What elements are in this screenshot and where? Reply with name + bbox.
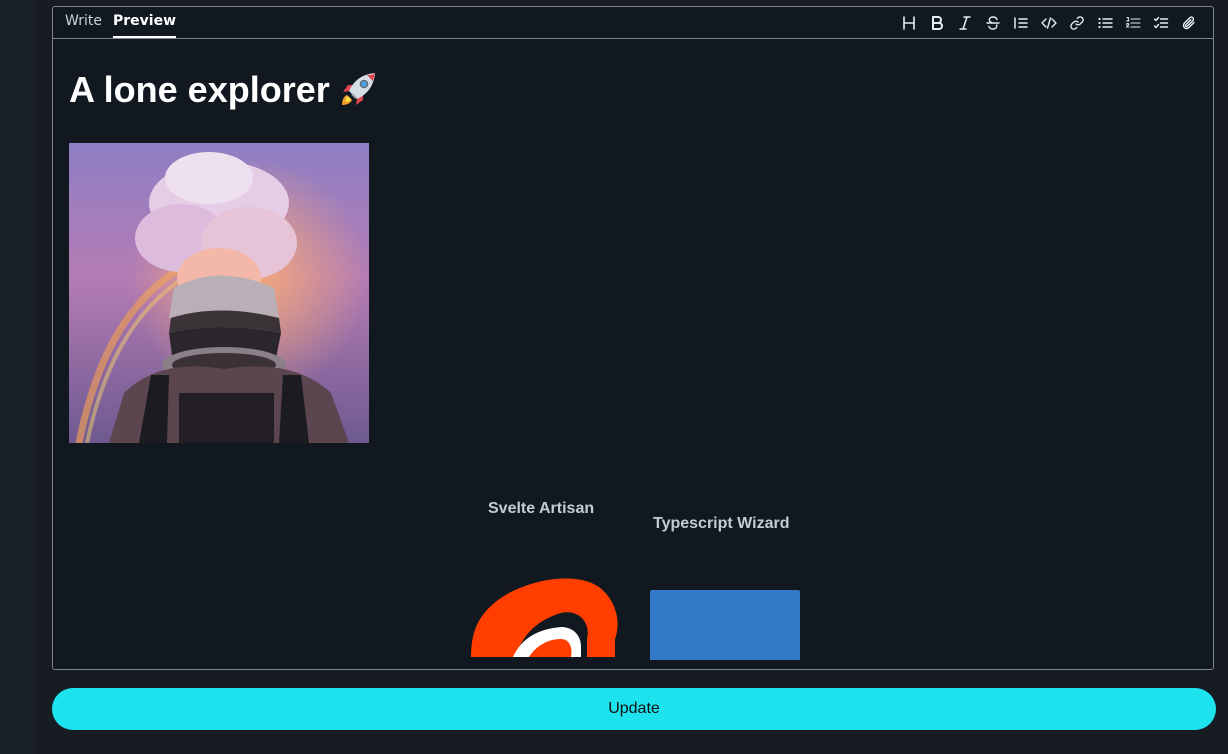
editor-tab-bar: Write Preview — [53, 7, 1213, 39]
link-icon — [1070, 16, 1084, 30]
bold-icon — [932, 16, 943, 30]
markdown-editor: Write Preview A lone explorer Svelte Art… — [52, 6, 1214, 670]
bold-button[interactable] — [927, 13, 947, 33]
numbered-list-button[interactable] — [1123, 13, 1143, 33]
attachment-icon — [1182, 16, 1195, 30]
tab-write[interactable]: Write — [65, 7, 102, 38]
italic-icon — [959, 16, 971, 30]
italic-button[interactable] — [955, 13, 975, 33]
bulleted-list-button[interactable] — [1095, 13, 1115, 33]
typescript-logo — [650, 590, 800, 660]
quote-icon — [1014, 17, 1028, 29]
tab-preview[interactable]: Preview — [113, 7, 177, 38]
strikethrough-icon — [986, 16, 1000, 30]
svelte-artisan-label: Svelte Artisan — [488, 500, 595, 517]
task-list-button[interactable] — [1151, 13, 1171, 33]
task-list-icon — [1153, 16, 1169, 29]
attachment-button[interactable] — [1179, 13, 1199, 33]
update-button[interactable]: Update — [52, 688, 1216, 730]
heading-icon — [903, 16, 915, 30]
quote-button[interactable] — [1011, 13, 1031, 33]
strikethrough-button[interactable] — [983, 13, 1003, 33]
preview-title-text: A lone explorer — [69, 69, 330, 110]
preview-pane: A lone explorer Svelte Artisan Typescrip… — [53, 39, 1213, 669]
preview-title: A lone explorer — [69, 69, 378, 111]
left-sidebar-strip — [0, 0, 36, 754]
svelte-logo — [471, 578, 618, 657]
formatting-toolbar — [899, 13, 1199, 33]
numbered-list-icon — [1126, 16, 1141, 28]
code-icon — [1041, 17, 1057, 29]
link-button[interactable] — [1067, 13, 1087, 33]
heading-button[interactable] — [899, 13, 919, 33]
code-button[interactable] — [1039, 13, 1059, 33]
astronaut-cloud-image — [69, 143, 369, 443]
rocket-icon — [341, 73, 375, 105]
bulleted-list-icon — [1098, 17, 1113, 29]
typescript-wizard-label: Typescript Wizard — [653, 515, 790, 532]
